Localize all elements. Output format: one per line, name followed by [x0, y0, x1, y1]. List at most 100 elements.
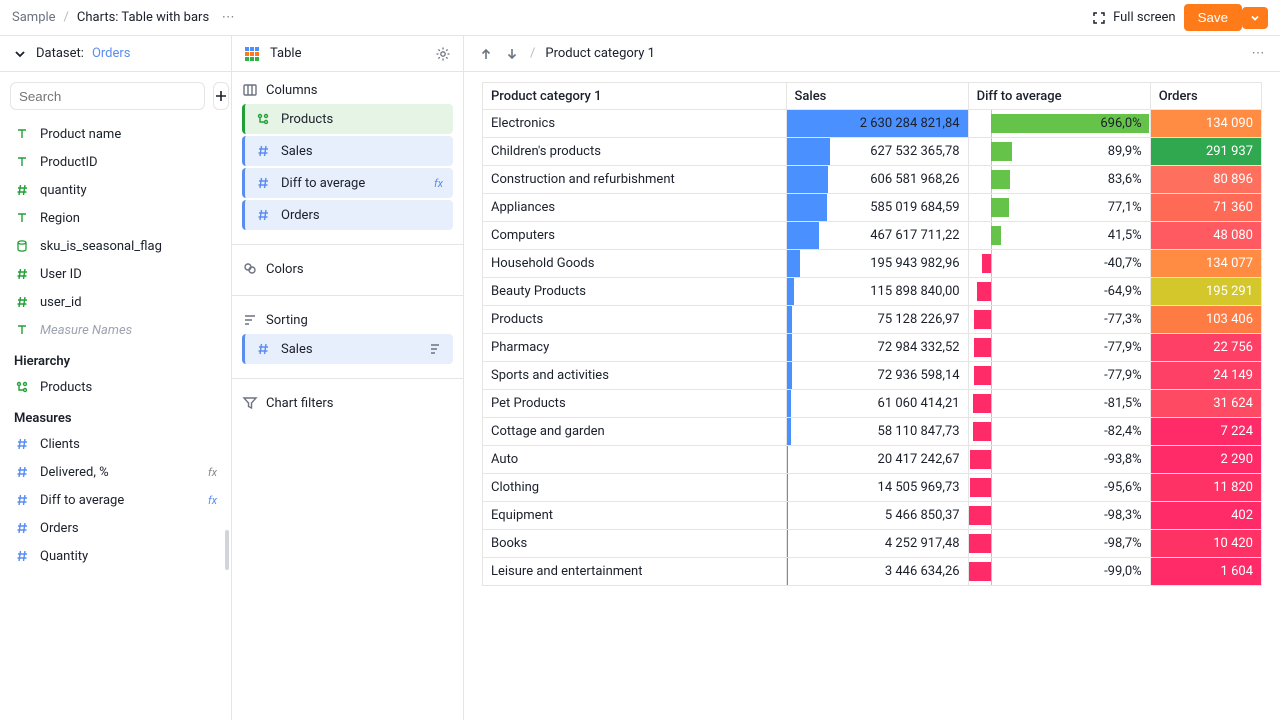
table-row[interactable]: Electronics2 630 284 821,84696,0%134 090 — [483, 110, 1262, 138]
chevron-down-icon[interactable] — [12, 46, 28, 62]
sorting-pill[interactable]: Sales — [242, 334, 453, 364]
cell-diff: -64,9% — [969, 278, 1150, 305]
cell-sales: 20 417 242,67 — [787, 446, 968, 473]
chart-type-label[interactable]: Table — [270, 46, 301, 61]
breadcrumb-current[interactable]: Charts: Table with bars — [77, 10, 209, 25]
field-label: Measure Names — [40, 323, 217, 338]
field-type-icon — [14, 492, 30, 508]
column-pill[interactable]: Sales — [242, 136, 453, 166]
th-diff[interactable]: Diff to average — [968, 83, 1150, 110]
more-icon[interactable]: ⋯ — [1250, 46, 1266, 62]
field-item[interactable]: Measure Names — [4, 316, 227, 344]
field-item[interactable]: ProductID — [4, 148, 227, 176]
field-item[interactable]: user_id — [4, 288, 227, 316]
columns-icon — [242, 82, 258, 98]
column-pill[interactable]: Diff to averagefx — [242, 168, 453, 198]
field-item[interactable]: Quantity — [4, 542, 227, 570]
cell-orders: 291 937 — [1151, 138, 1261, 165]
cell-sales: 585 019 684,59 — [787, 194, 968, 221]
field-item[interactable]: Products — [4, 373, 227, 401]
columns-header: Columns — [266, 83, 318, 98]
field-label: sku_is_seasonal_flag — [40, 239, 217, 254]
breadcrumb-root[interactable]: Sample — [12, 10, 56, 25]
field-label: ProductID — [40, 155, 217, 170]
cell-category: Pet Products — [483, 390, 786, 417]
cell-diff: -82,4% — [969, 418, 1150, 445]
field-item[interactable]: sku_is_seasonal_flag — [4, 232, 227, 260]
column-pill[interactable]: Products — [242, 104, 453, 134]
cell-sales: 606 581 968,26 — [787, 166, 968, 193]
table-row[interactable]: Computers467 617 711,2241,5%48 080 — [483, 222, 1262, 250]
fullscreen-button[interactable]: Full screen — [1083, 6, 1184, 30]
table-row[interactable]: Sports and activities72 936 598,14-77,9%… — [483, 362, 1262, 390]
field-item[interactable]: Diff to average — [4, 486, 227, 514]
cell-diff: -77,9% — [969, 334, 1150, 361]
sort-dir-icon[interactable] — [427, 341, 443, 357]
table-row[interactable]: Equipment5 466 850,37-98,3%402 — [483, 502, 1262, 530]
table-row[interactable]: Clothing14 505 969,73-95,6%11 820 — [483, 474, 1262, 502]
gear-icon[interactable] — [435, 46, 451, 62]
table-row[interactable]: Children's products627 532 365,7889,9%29… — [483, 138, 1262, 166]
cell-category: Appliances — [483, 194, 786, 221]
cell-orders: 134 077 — [1151, 250, 1261, 277]
scrollbar-thumb[interactable] — [225, 530, 229, 570]
cell-category: Equipment — [483, 502, 786, 529]
field-type-icon — [14, 436, 30, 452]
cell-sales: 627 532 365,78 — [787, 138, 968, 165]
field-item[interactable]: Delivered, % — [4, 458, 227, 486]
field-item[interactable]: Clients — [4, 430, 227, 458]
th-category[interactable]: Product category 1 — [483, 83, 787, 110]
arrow-up-icon[interactable] — [478, 46, 494, 62]
cell-category: Books — [483, 530, 786, 557]
fullscreen-icon — [1091, 10, 1107, 26]
field-label: quantity — [40, 183, 217, 198]
cell-category: Children's products — [483, 138, 786, 165]
th-sales[interactable]: Sales — [786, 83, 968, 110]
field-label: Diff to average — [40, 493, 198, 508]
table-row[interactable]: Auto20 417 242,67-93,8%2 290 — [483, 446, 1262, 474]
table-row[interactable]: Cottage and garden58 110 847,73-82,4%7 2… — [483, 418, 1262, 446]
field-label: Product name — [40, 127, 217, 142]
cell-category: Electronics — [483, 110, 786, 137]
cell-orders: 80 896 — [1151, 166, 1261, 193]
table-row[interactable]: Construction and refurbishment606 581 96… — [483, 166, 1262, 194]
field-type-icon — [14, 548, 30, 564]
field-item[interactable]: User ID — [4, 260, 227, 288]
table-row[interactable]: Household Goods195 943 982,96-40,7%134 0… — [483, 250, 1262, 278]
cell-orders: 22 756 — [1151, 334, 1261, 361]
table-row[interactable]: Pharmacy72 984 332,52-77,9%22 756 — [483, 334, 1262, 362]
dataset-value[interactable]: Orders — [92, 46, 131, 61]
cell-diff: -77,3% — [969, 306, 1150, 333]
field-label: Orders — [40, 521, 217, 536]
cell-diff: -40,7% — [969, 250, 1150, 277]
table-row[interactable]: Books4 252 917,48-98,7%10 420 — [483, 530, 1262, 558]
save-dropdown-button[interactable] — [1242, 7, 1268, 29]
arrow-down-icon[interactable] — [504, 46, 520, 62]
cell-orders: 48 080 — [1151, 222, 1261, 249]
search-input[interactable] — [10, 82, 205, 110]
table-row[interactable]: Pet Products61 060 414,21-81,5%31 624 — [483, 390, 1262, 418]
cell-orders: 195 291 — [1151, 278, 1261, 305]
save-button[interactable]: Save — [1184, 4, 1242, 31]
cell-sales: 61 060 414,21 — [787, 390, 968, 417]
field-item[interactable]: quantity — [4, 176, 227, 204]
breadcrumb-more-icon[interactable]: ⋯ — [217, 7, 239, 29]
sorting-header: Sorting — [266, 313, 308, 328]
table-row[interactable]: Appliances585 019 684,5977,1%71 360 — [483, 194, 1262, 222]
table-row[interactable]: Products75 128 226,97-77,3%103 406 — [483, 306, 1262, 334]
cell-orders: 103 406 — [1151, 306, 1261, 333]
cell-category: Household Goods — [483, 250, 786, 277]
pill-label: Diff to average — [281, 176, 365, 191]
table-row[interactable]: Leisure and entertainment3 446 634,26-99… — [483, 558, 1262, 586]
table-row[interactable]: Beauty Products115 898 840,00-64,9%195 2… — [483, 278, 1262, 306]
add-field-button[interactable] — [213, 82, 229, 110]
th-orders[interactable]: Orders — [1150, 83, 1261, 110]
table-breadcrumb[interactable]: Product category 1 — [545, 46, 655, 61]
column-pill[interactable]: Orders — [242, 200, 453, 230]
filters-header: Chart filters — [266, 396, 334, 411]
filter-icon — [242, 395, 258, 411]
field-item[interactable]: Region — [4, 204, 227, 232]
field-item[interactable]: Product name — [4, 120, 227, 148]
field-type-icon — [14, 322, 30, 338]
field-item[interactable]: Orders — [4, 514, 227, 542]
